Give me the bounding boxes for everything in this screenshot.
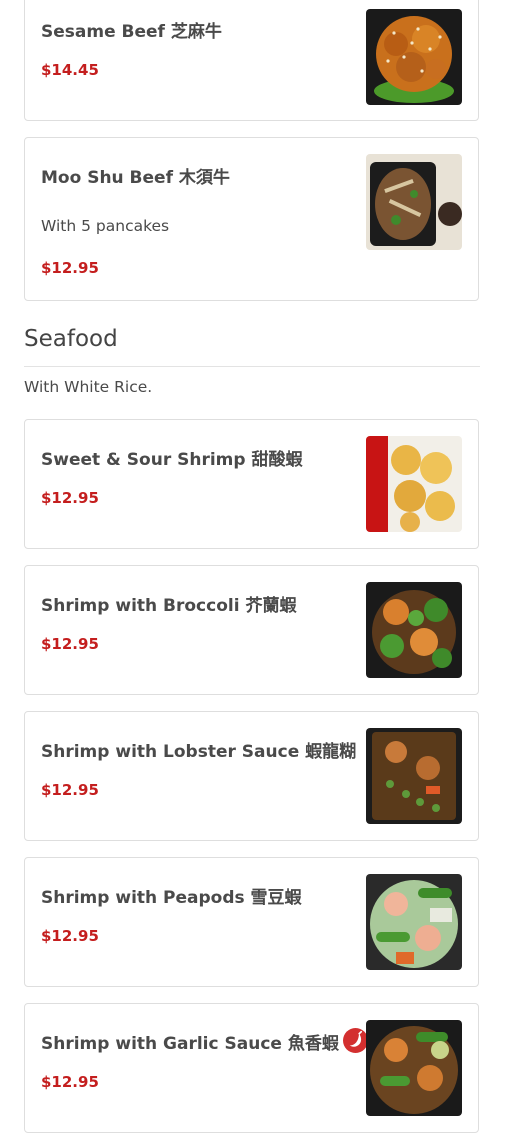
menu-item-name: Shrimp with Garlic Sauce 魚香蝦 <box>41 1034 339 1054</box>
menu-item-name-wrapper: Shrimp with Garlic Sauce 魚香蝦 <box>41 1028 368 1058</box>
menu-item-card[interactable]: Shrimp with Garlic Sauce 魚香蝦 $12.95 <box>24 1003 479 1133</box>
menu-item-photo <box>366 154 462 250</box>
menu-item-photo <box>366 9 462 105</box>
menu-item-photo <box>366 1020 462 1116</box>
section-description: With White Rice. <box>24 378 153 396</box>
menu-item-price: $12.95 <box>41 259 99 277</box>
menu-item-card[interactable]: Sweet & Sour Shrimp 甜酸蝦 $12.95 <box>24 419 479 549</box>
menu-item-price: $12.95 <box>41 927 99 945</box>
menu-item-name: Shrimp with Broccoli 芥蘭蝦 <box>41 596 297 616</box>
menu-item-name: Sweet & Sour Shrimp 甜酸蝦 <box>41 450 303 470</box>
menu-item-price: $12.95 <box>41 1073 99 1091</box>
menu-item-name: Shrimp with Lobster Sauce 蝦龍糊 <box>41 742 357 762</box>
menu-item-photo <box>366 728 462 824</box>
menu-item-photo <box>366 436 462 532</box>
menu-item-price: $12.95 <box>41 635 99 653</box>
menu-item-card[interactable]: Shrimp with Lobster Sauce 蝦龍糊 $12.95 <box>24 711 479 841</box>
menu-item-description: With 5 pancakes <box>41 217 170 235</box>
menu-item-price: $14.45 <box>41 61 99 79</box>
menu-item-name: Shrimp with Peapods 雪豆蝦 <box>41 888 302 908</box>
menu-item-photo <box>366 874 462 970</box>
menu-item-photo <box>366 582 462 678</box>
spicy-chili-icon <box>342 1028 368 1058</box>
menu-item-card[interactable]: Shrimp with Broccoli 芥蘭蝦 $12.95 <box>24 565 479 695</box>
menu-item-name: Sesame Beef 芝麻牛 <box>41 22 222 42</box>
menu-item-name: Moo Shu Beef 木須牛 <box>41 168 230 188</box>
section-title: Seafood <box>24 326 118 352</box>
menu-item-price: $12.95 <box>41 781 99 799</box>
menu-item-price: $12.95 <box>41 489 99 507</box>
menu-item-card[interactable]: Moo Shu Beef 木須牛 With 5 pancakes $12.95 <box>24 137 479 301</box>
menu-item-card[interactable]: Sesame Beef 芝麻牛 $14.45 <box>24 0 479 121</box>
section-divider <box>24 366 480 367</box>
menu-item-card[interactable]: Shrimp with Peapods 雪豆蝦 $12.95 <box>24 857 479 987</box>
